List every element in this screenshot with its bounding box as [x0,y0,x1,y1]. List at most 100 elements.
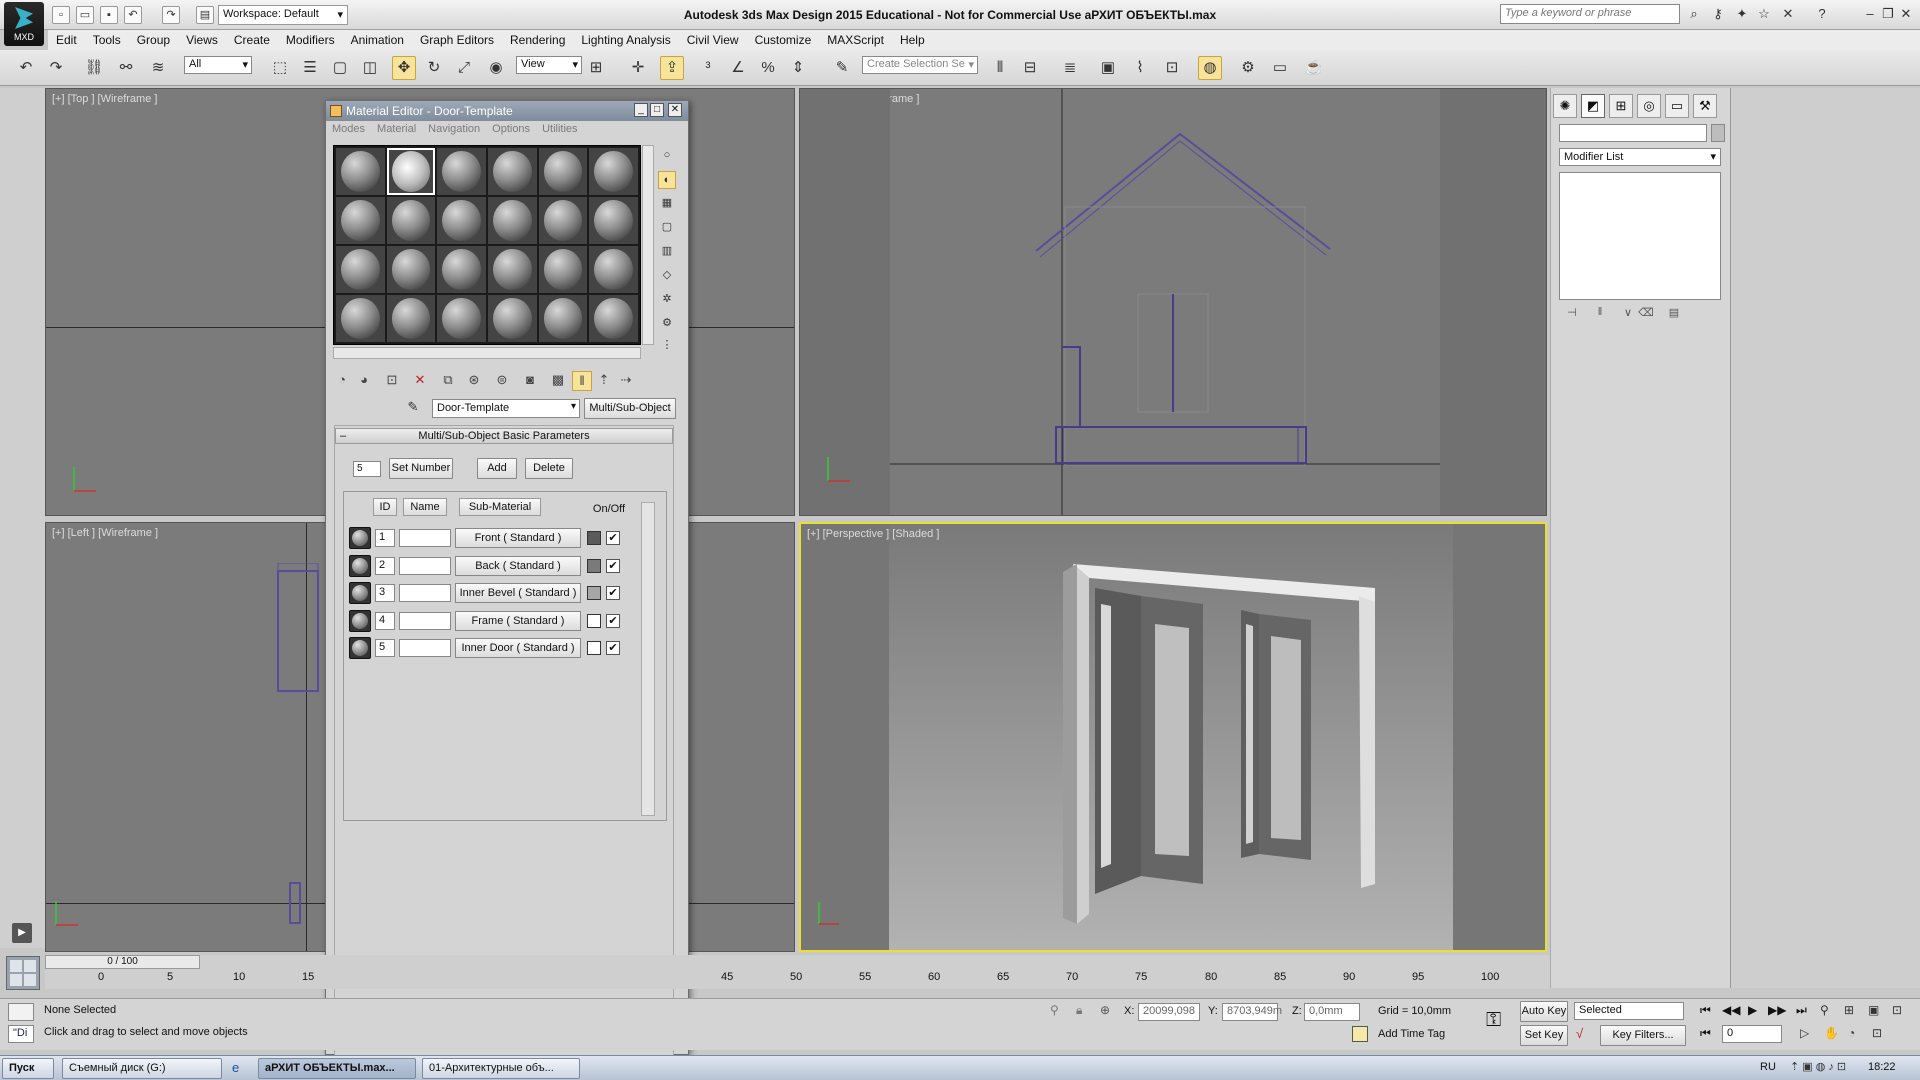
default-in-out-tangent-icon[interactable]: √ [1576,1026,1583,1041]
time-slider[interactable]: 0 / 100 [45,955,200,969]
menu-views[interactable]: Views [178,30,226,50]
select-object-icon[interactable]: ⬚ [268,56,292,80]
go-forward-sibling-icon[interactable]: ⇢ [616,371,636,391]
manipulate-icon[interactable]: ✛ [626,56,650,80]
select-rotate-icon[interactable]: ↻ [422,56,446,80]
app-logo[interactable]: MXD [4,2,44,46]
save-file-icon[interactable]: ▪ [100,6,118,24]
field-of-view-icon[interactable]: ▷ [1800,1026,1809,1040]
help-icon[interactable]: ? [1814,6,1830,22]
display-tab-icon[interactable]: ▭ [1665,94,1689,118]
sample-slot[interactable] [488,148,537,195]
sample-slot[interactable] [386,246,436,293]
submaterial-id-field[interactable]: 3 [375,584,395,602]
use-pivot-icon[interactable]: ⊞ [584,56,608,80]
object-name-field[interactable] [1559,124,1707,142]
submaterial-on-checkbox[interactable]: ✔ [606,559,620,573]
reference-coordinate-dropdown[interactable]: View [516,56,582,74]
sample-slot[interactable] [589,246,638,293]
curve-editor-icon[interactable]: ⌇ [1128,56,1152,80]
motion-tab-icon[interactable]: ◎ [1637,94,1661,118]
sample-slots-vscroll[interactable] [642,145,654,345]
submaterial-name-field[interactable] [399,612,451,630]
x-coordinate-field[interactable]: 20099,098 [1138,1003,1200,1021]
subscription-icon[interactable]: ⚷ [1710,6,1726,22]
remove-modifier-icon[interactable]: ⌫ [1637,306,1655,324]
submaterial-button[interactable]: Back ( Standard ) [455,556,581,576]
show-end-result-icon[interactable]: ‖ [1591,306,1609,324]
sample-slot[interactable] [437,295,486,342]
sample-slot[interactable] [336,295,385,342]
submaterial-swatch[interactable] [349,582,371,604]
submaterial-column-header[interactable]: Sub-Material [459,498,541,516]
exchange-icon[interactable]: ✕ [1780,6,1796,22]
new-file-icon[interactable]: ▫ [52,6,70,24]
submaterial-id-field[interactable]: 5 [375,639,395,657]
sample-slot[interactable] [538,295,588,342]
mirror-icon[interactable]: ⫴ [988,56,1012,80]
sample-slot[interactable] [437,148,486,195]
select-scale-icon[interactable]: ⤢ [452,56,476,80]
put-to-library-icon[interactable]: ⊜ [492,371,512,391]
rollout-header[interactable]: – Multi/Sub-Object Basic Parameters [335,428,673,444]
submaterial-on-checkbox[interactable]: ✔ [606,614,620,628]
material-type-button[interactable]: Multi/Sub-Object [584,398,676,419]
submaterial-color-swatch[interactable] [587,641,601,655]
sample-slot[interactable] [589,148,638,195]
sample-slot-active[interactable] [386,148,436,195]
set-number-button[interactable]: Set Number [389,458,453,479]
menu-lighting-analysis[interactable]: Lighting Analysis [573,30,678,50]
key-mode-dropdown[interactable]: Selected [1574,1002,1684,1020]
submaterial-on-checkbox[interactable]: ✔ [606,586,620,600]
communication-icon[interactable]: ✦ [1734,6,1750,22]
menu-customize[interactable]: Customize [747,30,820,50]
orbit-icon[interactable]: ◔ [1848,1026,1855,1040]
project-folder-icon[interactable]: ▤ [196,6,214,24]
hierarchy-tab-icon[interactable]: ⊞ [1609,94,1633,118]
create-tab-icon[interactable]: ✺ [1553,94,1577,118]
layer-manager-icon[interactable]: ≣ [1058,56,1082,80]
maxscript-listener-icon[interactable] [8,1003,34,1021]
utilities-tab-icon[interactable]: ⚒ [1693,94,1717,118]
show-end-result-icon[interactable]: ‖ [572,371,592,391]
schematic-view-icon[interactable]: ⊡ [1160,56,1184,80]
taskbar-item-drive[interactable]: Съемный диск (G:) [62,1058,222,1079]
link-icon[interactable]: ⛓ [82,56,106,80]
current-frame-field[interactable]: 0 [1722,1025,1782,1043]
time-tag-icon[interactable] [1352,1026,1368,1042]
select-by-name-icon[interactable]: ☰ [298,56,322,80]
taskbar-item-word[interactable]: 01-Архитектурные объ... [422,1058,580,1079]
set-key-button[interactable]: Set Key [1520,1025,1568,1046]
sample-slot[interactable] [437,246,486,293]
favorites-star-icon[interactable]: ☆ [1756,6,1772,22]
submaterial-id-field[interactable]: 2 [375,557,395,575]
menu-graph-editors[interactable]: Graph Editors [412,30,502,50]
isolate-selection-icon[interactable]: ⚲ [1050,1003,1059,1017]
redo-icon[interactable]: ↷ [162,6,180,24]
make-unique-icon[interactable]: ⊛ [464,371,484,391]
assign-material-icon[interactable]: ⊡ [382,371,402,391]
show-shaded-material-icon[interactable]: ▩ [548,371,568,391]
close-icon[interactable]: ✕ [1898,6,1914,22]
medit-menu-navigation[interactable]: Navigation [422,121,486,137]
background-checker-icon[interactable]: ▦ [658,195,676,213]
viewport-layout-icon[interactable] [6,956,40,990]
sample-slot[interactable] [589,197,638,244]
put-material-icon[interactable]: ◕ [354,371,374,391]
undo-icon[interactable]: ↶ [124,6,142,24]
medit-menu-options[interactable]: Options [486,121,536,137]
taskbar-item-3dsmax[interactable]: аРХИТ ОБЪЕКТЫ.max... [258,1058,416,1079]
submaterial-on-checkbox[interactable]: ✔ [606,531,620,545]
backlight-icon[interactable]: ◐ [658,171,676,189]
pick-material-eyedropper-icon[interactable]: ✎ [404,399,422,417]
start-button[interactable]: Пуск [2,1058,54,1079]
get-material-icon[interactable]: ◔ [332,371,352,391]
material-id-channel-icon[interactable]: ◙ [520,371,540,391]
go-to-end-icon[interactable]: ⏭ [1796,1003,1807,1018]
next-frame-icon[interactable]: ▶▶ [1768,1003,1786,1017]
submaterial-button[interactable]: Front ( Standard ) [455,528,581,548]
menu-modifiers[interactable]: Modifiers [278,30,343,50]
maximize-viewport-icon[interactable]: ⊡ [1872,1026,1882,1040]
play-icon[interactable]: ▶ [1748,1003,1757,1017]
z-coordinate-field[interactable]: 0,0mm [1304,1003,1360,1021]
